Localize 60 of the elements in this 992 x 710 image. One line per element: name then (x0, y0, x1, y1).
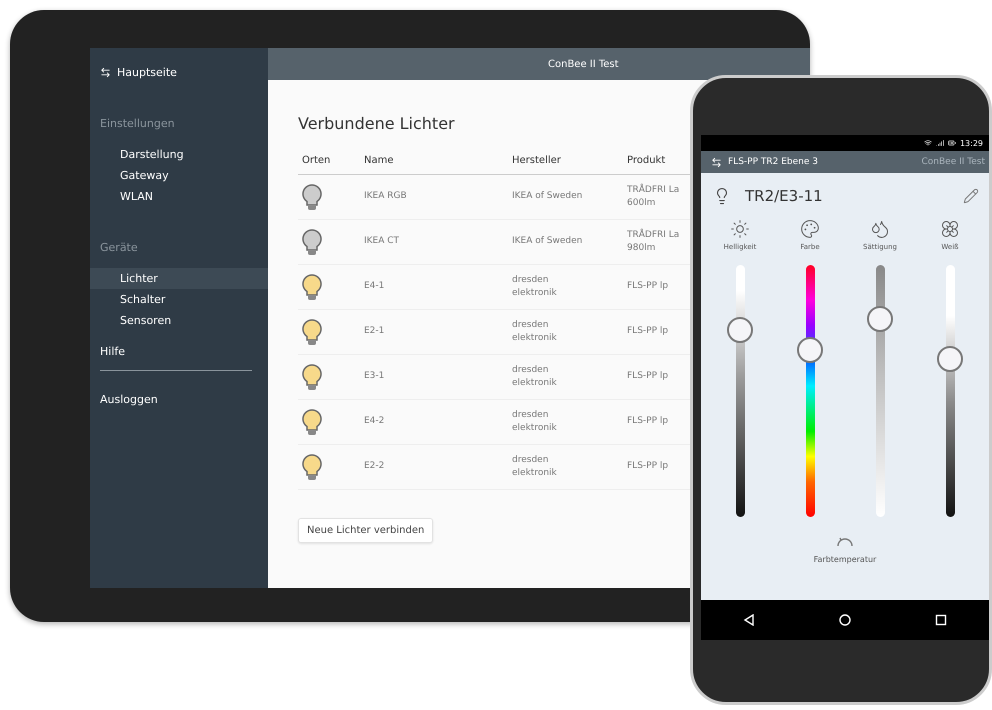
table-cell: IKEA CT (360, 220, 508, 265)
table-cell: IKEA of Sweden (508, 175, 623, 220)
gateway-name: ConBee II Test (548, 58, 619, 70)
nav-item[interactable]: Sensoren (90, 310, 268, 331)
nav-item[interactable]: Hauptseite (90, 62, 268, 83)
recents-icon[interactable] (935, 614, 947, 626)
back-icon[interactable] (743, 614, 755, 626)
palette-icon (800, 219, 820, 239)
light-bulb-icon[interactable] (302, 274, 322, 300)
connect-lights-button[interactable]: Neue Lichter verbinden (298, 518, 434, 543)
table-cell: E2-1 (360, 310, 508, 355)
table-cell: IKEA of Sweden (508, 220, 623, 265)
battery-icon (948, 139, 956, 147)
light-bulb-icon[interactable] (302, 319, 322, 345)
pencil-icon[interactable] (963, 188, 979, 204)
arrows-icon (100, 67, 111, 78)
table-cell: E4-1 (360, 265, 508, 310)
nav-item[interactable]: WLAN (90, 186, 268, 207)
light-bulb-icon[interactable] (302, 364, 322, 390)
droplets-icon (870, 219, 890, 239)
color-temperature-label: Farbtemperatur (814, 555, 876, 564)
arrows-icon[interactable] (711, 156, 722, 168)
table-cell: dresden elektronik (508, 445, 623, 490)
table-cell: dresden elektronik (508, 310, 623, 355)
table-cell: E3-1 (360, 355, 508, 400)
nav-item[interactable]: Lichter (90, 268, 268, 289)
vertical-slider[interactable] (867, 265, 893, 517)
table-cell: IKEA RGB (360, 175, 508, 220)
vertical-slider[interactable] (797, 265, 823, 517)
nav-item[interactable]: Hilfe (90, 341, 268, 362)
flower-icon (940, 219, 960, 239)
app-title: FLS-PP TR2 Ebene 3 (728, 157, 819, 167)
section-heading: Einstellungen (99, 116, 176, 132)
vertical-slider[interactable] (727, 265, 753, 517)
signal-icon (936, 139, 944, 147)
vertical-slider[interactable] (937, 265, 963, 517)
wifi-icon (924, 139, 932, 147)
nav-item[interactable]: Gateway (90, 165, 268, 186)
light-bulb-icon[interactable] (302, 454, 322, 480)
light-bulb-icon[interactable] (302, 409, 322, 435)
clock: 13:29 (960, 138, 983, 148)
light-bulb-icon[interactable] (302, 184, 322, 210)
nav-item[interactable]: Darstellung (90, 144, 268, 165)
table-cell: E4-2 (360, 400, 508, 445)
table-cell: E2-2 (360, 445, 508, 490)
page-title: Verbundene Lichter (298, 114, 456, 133)
table-cell: dresden elektronik (508, 265, 623, 310)
table-cell: dresden elektronik (508, 400, 623, 445)
sun-icon (730, 219, 750, 239)
column-header: Name (360, 147, 508, 175)
nav-item[interactable]: Ausloggen (90, 389, 268, 410)
section-heading: Geräte (99, 240, 139, 256)
gateway-name: ConBee II Test (922, 157, 985, 167)
nav-item[interactable]: Schalter (90, 289, 268, 310)
light-bulb-icon[interactable] (302, 229, 322, 255)
home-icon[interactable] (839, 614, 851, 626)
column-header: Orten (298, 147, 360, 175)
light-name: TR2/E3-11 (745, 187, 824, 205)
column-header: Hersteller (508, 147, 623, 175)
table-cell: dresden elektronik (508, 355, 623, 400)
